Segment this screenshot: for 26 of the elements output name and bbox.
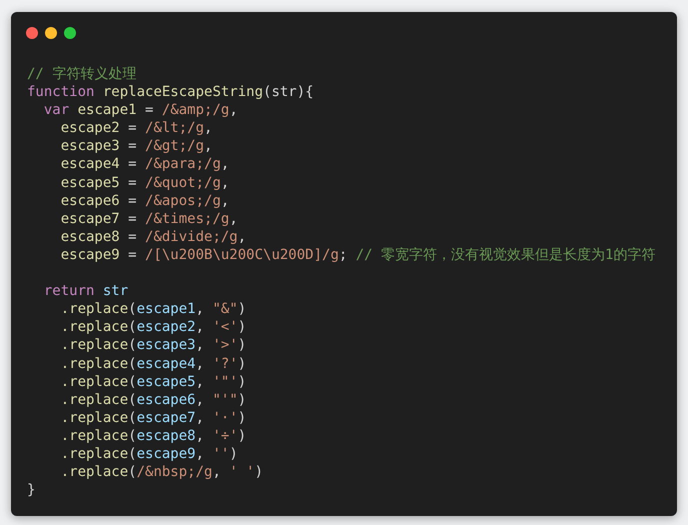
code-line: // 字符转义处理	[27, 65, 136, 84]
code-line: escape7 = /&times;/g,	[60, 210, 238, 228]
code-line: .replace(escape8, '÷')	[60, 426, 246, 445]
zoom-button[interactable]	[64, 27, 76, 39]
code-line: escape3 = /&gt;/g,	[60, 137, 212, 156]
code-line: .replace(escape7, '·')	[60, 408, 246, 427]
code-line: return str	[42, 282, 128, 300]
code-line: .replace(escape9, '')	[60, 444, 238, 464]
code-line: .replace(escape3, '>')	[60, 336, 246, 354]
code-line: .replace(escape4, '?')	[60, 354, 246, 373]
code-line: .replace(/&nbsp;/g, ' ')	[60, 463, 264, 482]
code-line: .replace(escape6, "'")	[60, 390, 246, 409]
close-button[interactable]	[26, 27, 38, 39]
code-line: escape5 = /&quot;/g,	[60, 174, 230, 192]
code-line: escape4 = /&para;/g,	[60, 155, 230, 174]
code-line: escape6 = /&apos;/g,	[60, 192, 230, 210]
code-line: escape8 = /&divide;/g,	[60, 228, 246, 246]
code-line: function replaceEscapeString(str){	[27, 83, 314, 102]
code-line: var escape1 = /&amp;/g,	[42, 101, 238, 120]
code-line: .replace(escape1, "&")	[60, 300, 246, 318]
code-line: }	[27, 481, 36, 500]
minimize-button[interactable]	[45, 27, 57, 39]
code-line: .replace(escape5, '"')	[60, 372, 246, 391]
code-line: escape2 = /&lt;/g,	[60, 119, 212, 138]
code-line: .replace(escape2, '<')	[60, 318, 246, 336]
code-line: escape9 = /[\u200B\u200C\u200D]/g; // 零宽字符，没有视觉效果但是长度为1的字符	[60, 246, 656, 264]
